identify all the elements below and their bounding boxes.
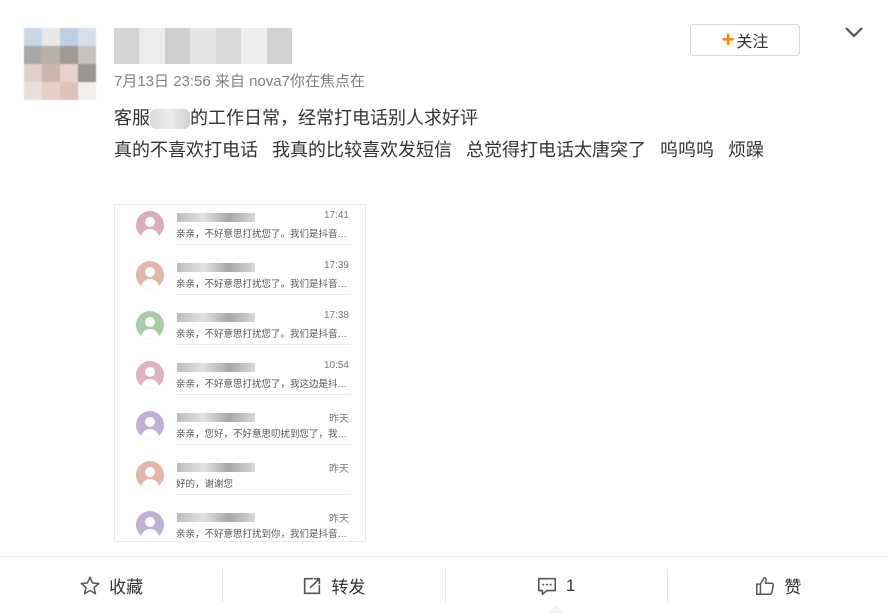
- post-line-2-part: 总觉得打电话太唐突了: [466, 140, 646, 160]
- sender-redacted: [177, 413, 255, 422]
- comment-count: 1: [565, 575, 576, 595]
- post-line-2-part: 呜呜呜: [660, 140, 714, 160]
- thumbs-up-icon: [756, 576, 775, 595]
- post-text: 客服 的工作日常，经常打电话别人求好评 真的不喜欢打电话 我真的比较喜欢发短信 总觉得…: [114, 102, 874, 166]
- message-preview: 亲亲，不好意思打扰到你，我们是抖音…: [176, 529, 348, 540]
- message-preview: 亲亲，您好，不好意思叨扰到您了，我…: [176, 429, 348, 440]
- contact-avatar-icon: [136, 511, 164, 539]
- post-line-2-part: 真的不喜欢打电话: [114, 140, 258, 160]
- message-time: 10:54: [323, 360, 349, 371]
- post-line-2: 真的不喜欢打电话 我真的比较喜欢发短信 总觉得打电话太唐突了 呜呜呜 烦躁: [114, 134, 874, 166]
- plus-icon: +: [721, 27, 735, 52]
- sender-redacted: [177, 463, 255, 472]
- message-row: 17:39 亲亲，不好意思打扰您了。我们是抖音…: [115, 257, 365, 307]
- contact-avatar-icon: [136, 211, 164, 239]
- post-meta: 7月13日 23:56 来自 nova7你在焦点在: [114, 70, 365, 91]
- message-time: 昨天: [329, 414, 349, 425]
- sender-redacted: [177, 313, 255, 322]
- message-row: 17:38 亲亲，不好意思打扰您了。我们是抖音…: [115, 307, 365, 357]
- comment-caret: [548, 605, 564, 613]
- message-preview: 亲亲，不好意思打扰您了。我们是抖音…: [176, 329, 348, 340]
- message-row: 昨天好的，谢谢您: [115, 457, 365, 507]
- comment-icon: [537, 577, 556, 595]
- sender-redacted: [177, 513, 255, 522]
- message-row: 昨天亲亲，不好意思打扰到你，我们是抖音…: [115, 507, 365, 541]
- message-preview: 亲亲，不好意思打扰您了。我们是抖音…: [176, 279, 348, 290]
- divider: [176, 344, 351, 345]
- source-prefix: 来自: [214, 73, 245, 90]
- contact-avatar-icon: [136, 411, 164, 439]
- post-line-2-part: 我真的比较喜欢发短信: [272, 140, 452, 160]
- redacted-text: [150, 109, 190, 130]
- contact-avatar-icon: [136, 311, 164, 339]
- contact-avatar-icon: [136, 361, 164, 389]
- contact-avatar-icon: [136, 261, 164, 289]
- star-icon: [80, 576, 100, 595]
- message-time: 17:41: [323, 210, 349, 221]
- action-bar: 收藏 转发 1 赞: [0, 556, 889, 614]
- favorite-button[interactable]: 收藏: [0, 557, 222, 614]
- post-image[interactable]: 17:41 亲亲，不好意思打扰您了。我们是抖音… 17:39 亲亲，不好意思打扰您了。…: [114, 204, 366, 542]
- message-row: 10:54 亲亲，不好意思打扰您了，我这边是抖…: [115, 357, 365, 407]
- post-source[interactable]: nova7你在焦点在: [249, 73, 365, 90]
- message-time: 17:38: [323, 310, 349, 321]
- message-preview: 亲亲，不好意思打扰您了，我这边是抖…: [176, 379, 348, 390]
- contact-avatar-icon: [136, 461, 164, 489]
- like-label: 赞: [784, 578, 802, 597]
- message-time: 昨天: [329, 514, 349, 525]
- divider: [176, 494, 351, 495]
- post-line-2-part: 烦躁: [728, 140, 764, 160]
- sender-redacted: [177, 363, 255, 372]
- message-preview: 亲亲，不好意思打扰您了。我们是抖音…: [176, 229, 348, 240]
- repost-label: 转发: [331, 578, 366, 597]
- sender-redacted: [177, 263, 255, 272]
- post-line-1-b: 的工作日常，经常打电话别人求好评: [190, 108, 478, 128]
- avatar[interactable]: [24, 28, 96, 100]
- message-time: 昨天: [329, 464, 349, 475]
- post-line-1-a: 客服: [114, 108, 150, 128]
- share-icon: [304, 577, 321, 594]
- divider: [176, 294, 351, 295]
- repost-button[interactable]: 转发: [222, 557, 444, 614]
- chevron-down-icon[interactable]: [842, 22, 866, 42]
- favorite-label: 收藏: [109, 578, 144, 597]
- post-timestamp[interactable]: 7月13日 23:56: [114, 73, 211, 90]
- message-row: 17:41 亲亲，不好意思打扰您了。我们是抖音…: [115, 207, 365, 257]
- message-time: 17:39: [323, 260, 349, 271]
- divider: [176, 444, 351, 445]
- message-row: 昨天亲亲，您好，不好意思叨扰到您了，我…: [115, 407, 365, 457]
- divider: [176, 394, 351, 395]
- like-button[interactable]: 赞: [666, 557, 889, 614]
- message-preview: 好的，谢谢您: [176, 479, 234, 490]
- follow-button[interactable]: + 关注: [690, 24, 800, 56]
- sender-redacted: [177, 213, 255, 222]
- divider: [176, 244, 351, 245]
- post-line-1: 客服 的工作日常，经常打电话别人求好评: [114, 102, 874, 134]
- username-redacted[interactable]: [114, 28, 292, 64]
- follow-label: 关注: [736, 34, 769, 51]
